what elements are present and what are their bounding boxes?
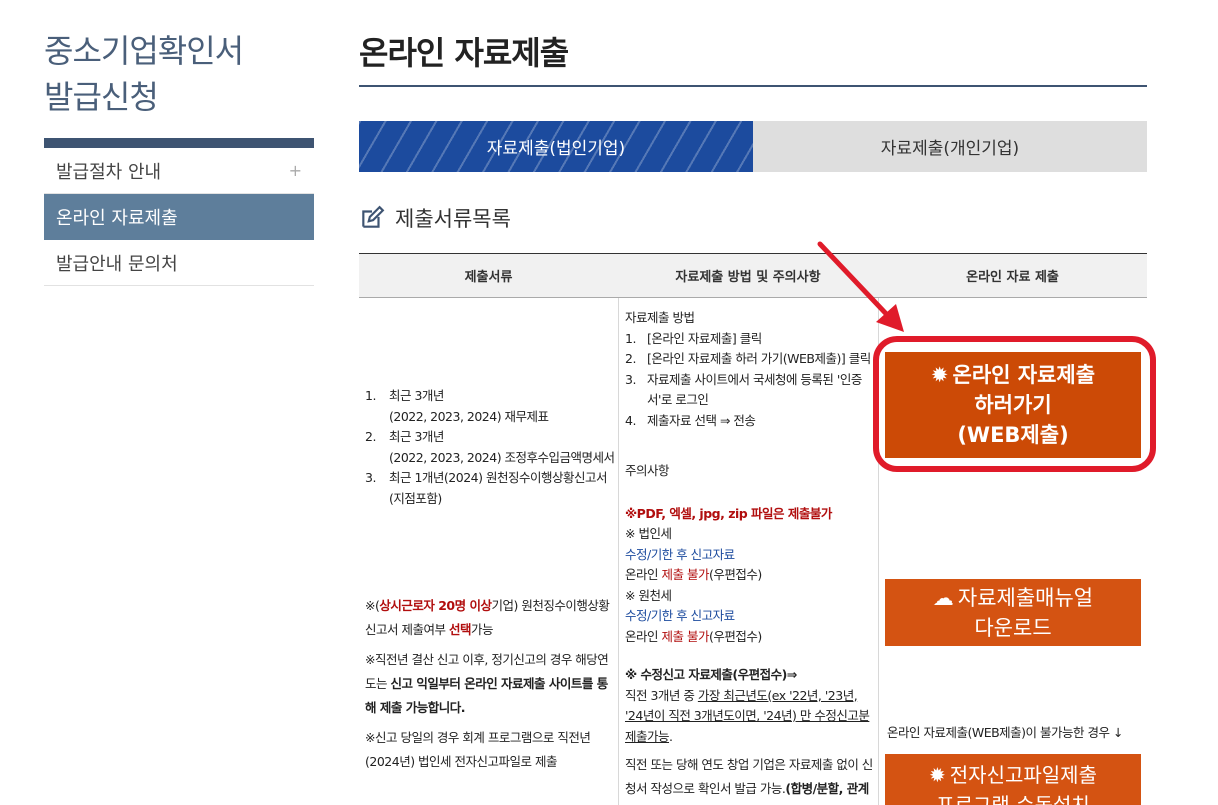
web-fail-note: 온라인 자료제출(WEB제출)이 불가능한 경우 ↓ xyxy=(887,725,1123,740)
corp-tax-online: 온라인 제출 불가(우편접수) xyxy=(625,567,762,582)
sidebar: 중소기업확인서 발급신청 발급절차 안내 + 온라인 자료제출 발급안내 문의처 xyxy=(44,28,314,286)
note-same-day: ※신고 당일의 경우 회계 프로그램으로 직전년(2024년) 법인세 전자신고… xyxy=(365,730,591,769)
plus-icon: + xyxy=(288,161,302,180)
note-employees: ※(상시근로자 20명 이상기업) 원천징수이행상황신고서 제출여부 선택가능 xyxy=(365,598,610,637)
sidebar-title-line1: 중소기업확인서 xyxy=(44,32,244,70)
header-method: 자료제출 방법 및 주의사항 xyxy=(675,270,821,285)
list-item: 1. 최근 3개년 (2022, 2023, 2024) 재무제표 xyxy=(365,388,549,424)
document-notes: ※(상시근로자 20명 이상기업) 원천징수이행상황신고서 제출여부 선택가능 … xyxy=(365,594,615,780)
online-submit-web-button[interactable]: ✹ 온라인 자료제출 하러가기 (WEB제출) xyxy=(885,352,1141,458)
sidebar-divider xyxy=(44,138,314,148)
method-and-cautions: 자료제출 방법 1. [온라인 자료제출] 클릭 2. [온라인 자료제출 하러 가… xyxy=(625,308,877,805)
corp-tax-amend: 수정/기한 후 신고자료 xyxy=(625,546,735,562)
title-divider xyxy=(359,85,1147,87)
page-title: 온라인 자료제출 xyxy=(359,34,569,72)
etax-program-install-button[interactable]: ✹ 전자신고파일제출 프로그램 수동설치 xyxy=(885,754,1141,805)
withholding-tax-label: ※ 원천세 xyxy=(625,587,672,603)
corp-tax-label: ※ 법인세 xyxy=(625,526,672,541)
sidebar-item-online-submit[interactable]: 온라인 자료제출 xyxy=(44,194,314,240)
withholding-tax-amend: 수정/기한 후 신고자료 xyxy=(625,608,735,623)
sidebar-title: 중소기업확인서 발급신청 xyxy=(44,28,314,120)
sidebar-item-procedure[interactable]: 발급절차 안내 + xyxy=(44,148,314,194)
amend-text: 직전 3개년 중 가장 최근년도(ex '22년, '23년, '24년이 직전… xyxy=(625,687,870,744)
method-title: 자료제출 방법 xyxy=(625,310,695,325)
amend-title: ※ 수정신고 자료제출(우편접수)⇒ xyxy=(625,667,797,682)
cloud-download-icon: ☁ xyxy=(932,585,954,610)
column-divider xyxy=(618,298,619,805)
list-item: 2. 최근 3개년 (2022, 2023, 2024) 조정후수입금액명세서 xyxy=(365,429,615,465)
caution-file-types: ※PDF, 엑셀, jpg, zip 파일은 제출불가 xyxy=(625,505,832,521)
section-heading: 제출서류목록 xyxy=(359,203,511,233)
sidebar-item-label: 발급안내 문의처 xyxy=(56,253,178,275)
list-item: 4. 제출자료 선택 ⇒ 전송 xyxy=(625,412,756,428)
sidebar-item-label: 발급절차 안내 xyxy=(56,161,162,183)
column-divider xyxy=(878,298,879,805)
header-online-submit: 온라인 자료 제출 xyxy=(966,270,1059,285)
sidebar-item-label: 온라인 자료제출 xyxy=(56,208,178,229)
caution-title: 주의사항 xyxy=(625,463,670,478)
gear-icon: ✹ xyxy=(930,363,949,387)
list-item: 2. [온라인 자료제출 하러 가기(WEB제출)] 클릭 xyxy=(625,351,871,366)
edit-icon xyxy=(362,205,385,228)
gear-icon: ✹ xyxy=(929,763,946,787)
table-header: 제출서류 자료제출 방법 및 주의사항 온라인 자료 제출 xyxy=(359,254,1147,298)
tab-corporate[interactable]: 자료제출(법인기업) xyxy=(359,121,753,172)
documents-table: 제출서류 자료제출 방법 및 주의사항 온라인 자료 제출 1. 최근 3개년(… xyxy=(359,253,1156,805)
header-documents: 제출서류 xyxy=(464,270,513,285)
sidebar-title-line2: 발급신청 xyxy=(44,78,159,116)
section-title: 제출서류목록 xyxy=(395,207,511,231)
tab-bar: 자료제출(법인기업) 자료제출(개인기업) xyxy=(359,121,1147,172)
tab-individual[interactable]: 자료제출(개인기업) xyxy=(753,121,1147,172)
required-documents: 1. 최근 3개년 (2022, 2023, 2024) 재무제표 2. 최근 3… xyxy=(365,386,615,769)
list-item: 3. 최근 1개년(2024) 원천징수이행상황신고서 (지점포함) xyxy=(365,470,607,506)
withholding-tax-online: 온라인 제출 불가(우편접수) xyxy=(625,628,762,644)
list-item: 3. 자료제출 사이트에서 국세청에 등록된 '인증서'로 로그인 xyxy=(625,371,862,408)
note-filing: ※직전년 결산 신고 이후, 정기신고의 경우 해당연도는 신고 익일부터 온라… xyxy=(365,652,609,715)
list-item: 1. [온라인 자료제출] 클릭 xyxy=(625,330,762,346)
manual-download-button[interactable]: ☁ 자료제출매뉴얼 다운로드 xyxy=(885,579,1141,646)
startup-note: 직전 또는 당해 연도 창업 기업은 자료제출 없이 신청서 작성으로 확인서 … xyxy=(625,757,873,796)
sidebar-item-contact[interactable]: 발급안내 문의처 xyxy=(44,240,314,286)
